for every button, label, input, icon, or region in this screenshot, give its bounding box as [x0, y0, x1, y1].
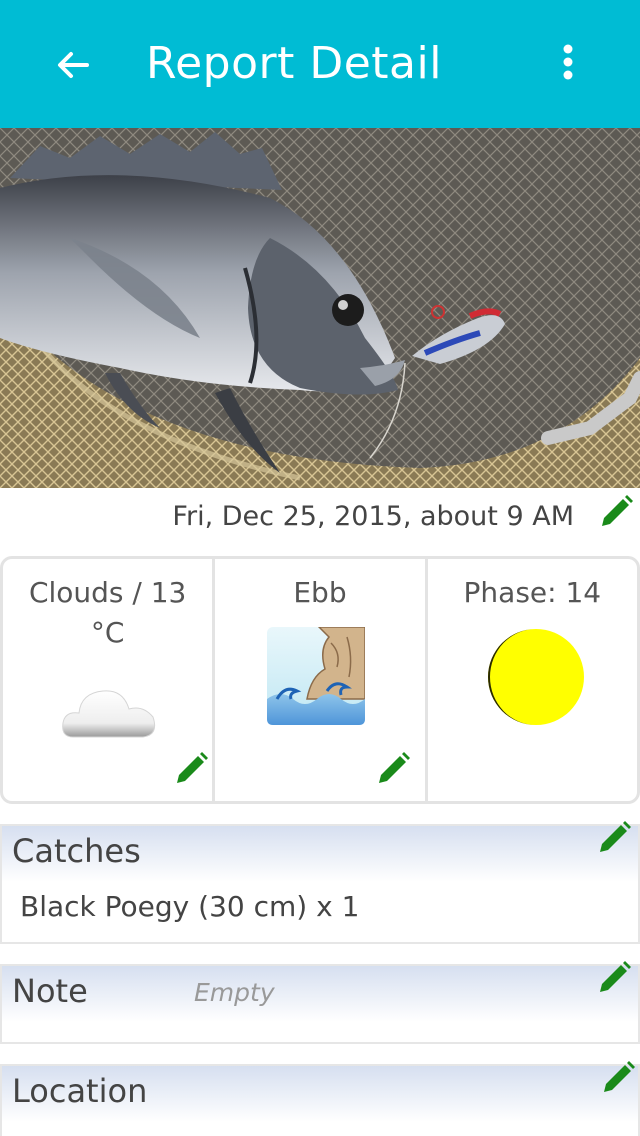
back-button[interactable]	[48, 40, 98, 90]
location-heading: Location	[12, 1072, 148, 1110]
edit-catches-pencil-icon[interactable]	[594, 818, 634, 858]
location-header: Location	[2, 1066, 638, 1122]
edit-weather-pencil-icon[interactable]	[171, 749, 211, 789]
report-datetime: Fri, Dec 25, 2015, about 9 AM	[172, 501, 574, 532]
overflow-menu-button[interactable]	[546, 36, 590, 86]
edit-tide-pencil-icon[interactable]	[373, 749, 413, 789]
more-vert-icon	[563, 44, 573, 80]
catches-section: Catches Black Poegy (30 cm) x 1	[0, 824, 640, 944]
app-bar: Report Detail	[0, 0, 640, 128]
moon-phase-icon	[487, 629, 584, 725]
weather-card: Clouds / 13 °C	[3, 559, 212, 801]
moon-card: Phase: 14	[424, 559, 637, 801]
edit-note-pencil-icon[interactable]	[594, 958, 634, 998]
note-section: Note Empty	[0, 964, 640, 1044]
edit-date-pencil-icon[interactable]	[596, 492, 636, 532]
tide-wave-icon	[267, 627, 366, 725]
weather-label: Clouds / 13 °C	[28, 576, 187, 649]
page-title: Report Detail	[146, 38, 442, 89]
catch-item[interactable]: Black Poegy (30 cm) x 1	[20, 890, 359, 923]
catches-header: Catches	[2, 826, 638, 882]
arrow-back-icon	[58, 52, 89, 78]
report-date-row: Fri, Dec 25, 2015, about 9 AM	[0, 488, 640, 548]
moon-phase-label: Phase: 14	[463, 576, 602, 609]
note-header: Note Empty	[2, 966, 638, 1022]
tide-card: Ebb	[212, 559, 424, 801]
conditions-panel: Clouds / 13 °C Ebb Phase: 14	[0, 556, 640, 804]
cloud-icon	[62, 690, 156, 738]
edit-location-pencil-icon[interactable]	[598, 1058, 638, 1098]
location-section: Location	[0, 1064, 640, 1136]
catches-heading: Catches	[12, 832, 141, 870]
tide-label: Ebb	[293, 576, 347, 609]
fish-photo	[0, 128, 640, 488]
note-empty-placeholder: Empty	[194, 978, 275, 1007]
catch-photo[interactable]	[0, 128, 640, 488]
note-heading: Note	[12, 972, 88, 1010]
